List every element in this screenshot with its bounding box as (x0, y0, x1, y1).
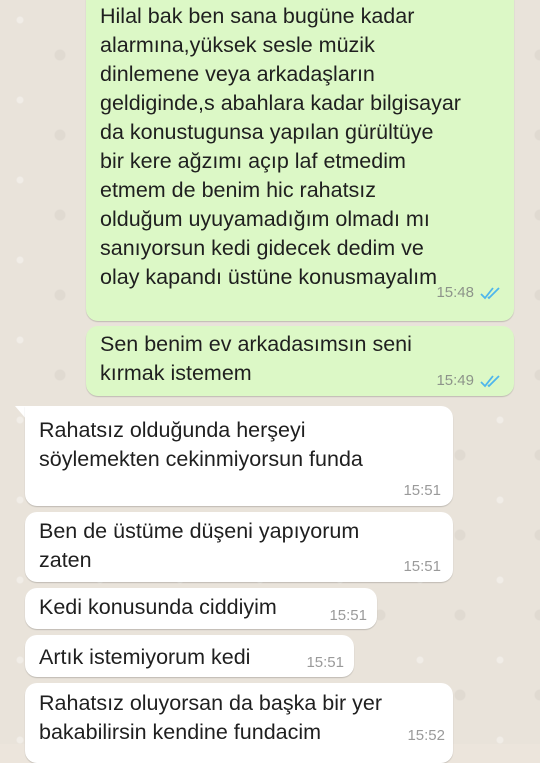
message-meta: 15:51 (403, 558, 441, 576)
message-time: 15:51 (403, 558, 441, 575)
message-meta: 15:52 (407, 727, 445, 745)
incoming-message-bubble[interactable]: Ben de üstüme düşeni yapıyorum zaten 15:… (25, 512, 453, 582)
message-meta: 15:51 (403, 482, 441, 500)
double-check-read-icon (480, 375, 500, 388)
chat-message-list[interactable]: Hilal bak ben sana bugüne kadar alarmına… (0, 0, 540, 763)
message-text: Hilal bak ben sana bugüne kadar alarmına… (100, 4, 461, 289)
message-text: Sen benim ev arkadasımsın seni kırmak is… (100, 332, 412, 385)
message-time: 15:51 (403, 482, 441, 499)
message-time: 15:51 (306, 654, 344, 671)
message-time: 15:51 (329, 607, 367, 624)
message-time: 15:49 (436, 372, 474, 389)
message-meta: 15:51 (306, 654, 344, 672)
outgoing-message-bubble[interactable]: Hilal bak ben sana bugüne kadar alarmına… (86, 0, 514, 321)
message-meta: 15:48 (436, 284, 502, 302)
message-time: 15:52 (407, 727, 445, 744)
incoming-message-bubble[interactable]: Kedi konusunda ciddiyim 15:51 (25, 588, 377, 629)
incoming-message-bubble[interactable]: Artık istemiyorum kedi 15:51 (25, 635, 354, 677)
message-text: Rahatsız oluyorsan da başka bir yer baka… (39, 691, 382, 744)
message-time: 15:48 (436, 284, 474, 301)
incoming-message-bubble[interactable]: Rahatsız olduğunda herşeyi söylemekten c… (25, 406, 453, 506)
incoming-message-bubble[interactable]: Rahatsız oluyorsan da başka bir yer baka… (25, 683, 453, 763)
message-text: Ben de üstüme düşeni yapıyorum zaten (39, 519, 360, 572)
message-text: Artık istemiyorum kedi (39, 645, 251, 669)
double-check-read-icon (480, 287, 500, 300)
message-meta: 15:51 (329, 607, 367, 625)
outgoing-message-bubble[interactable]: Sen benim ev arkadasımsın seni kırmak is… (86, 326, 514, 396)
message-text: Rahatsız olduğunda herşeyi söylemekten c… (39, 418, 363, 471)
message-text: Kedi konusunda ciddiyim (39, 595, 277, 619)
message-meta: 15:49 (436, 372, 502, 390)
